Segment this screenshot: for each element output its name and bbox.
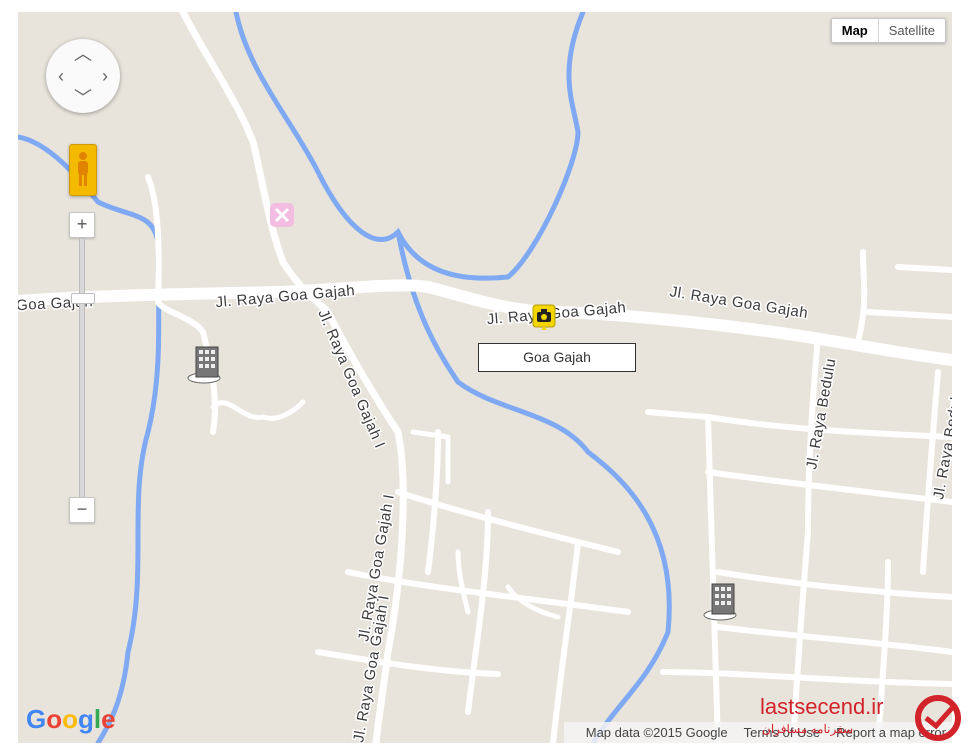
road-label-bedulu-1: Jl. Raya Bedulu xyxy=(803,357,839,471)
google-logo[interactable]: Google xyxy=(26,704,116,735)
place-label[interactable]: Goa Gajah xyxy=(478,343,636,372)
map-type-satellite-button[interactable]: Satellite xyxy=(879,19,945,42)
chevron-down-icon[interactable]: ﹀ xyxy=(74,89,92,107)
pan-control[interactable]: ︿ ﹀ ‹ › xyxy=(46,39,120,113)
camera-marker-icon[interactable] xyxy=(532,304,556,332)
watermark-text: lastsecend.ir xyxy=(760,694,884,719)
watermark-subtext: سفرنامه مسافران xyxy=(762,722,854,736)
building-icon[interactable] xyxy=(186,342,224,384)
chevron-right-icon[interactable]: › xyxy=(96,67,114,85)
zoom-slider-track[interactable] xyxy=(79,238,85,498)
zoom-out-button[interactable]: − xyxy=(69,497,95,523)
watermark-logo-icon xyxy=(915,695,961,741)
site-watermark: lastsecend.ir سفرنامه مسافران xyxy=(752,692,972,746)
restaurant-icon[interactable] xyxy=(270,203,294,227)
map-data-attribution: Map data ©2015 Google xyxy=(585,725,728,740)
map-base: Goa Gajah Jl. Raya Goa Gajah Jl. Raya Go… xyxy=(18,12,952,743)
map-type-control: Map Satellite xyxy=(830,18,946,43)
road-label-south-1: Jl. Raya Goa Gajah I xyxy=(314,307,388,451)
map-canvas[interactable]: Goa Gajah Jl. Raya Goa Gajah Jl. Raya Go… xyxy=(18,12,952,743)
building-icon[interactable] xyxy=(702,579,740,621)
map-type-map-button[interactable]: Map xyxy=(832,19,879,42)
zoom-in-button[interactable]: + xyxy=(69,212,95,238)
street-view-pegman-icon[interactable] xyxy=(69,144,97,196)
chevron-up-icon[interactable]: ︿ xyxy=(74,45,92,63)
chevron-left-icon[interactable]: ‹ xyxy=(52,67,70,85)
zoom-slider-handle[interactable] xyxy=(71,292,95,304)
